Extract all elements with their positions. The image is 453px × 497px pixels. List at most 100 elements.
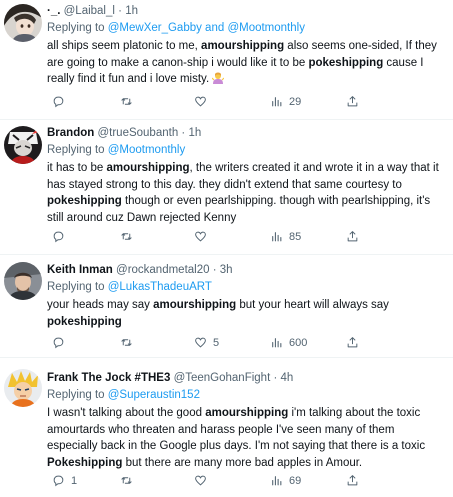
views-icon: [272, 338, 282, 348]
reply-count: 1: [71, 474, 78, 487]
tweet-actions: 5 600: [0, 336, 453, 352]
reply-icon: [53, 475, 64, 487]
timestamp[interactable]: 3h: [220, 264, 233, 276]
replying-to-label: Replying to: [47, 144, 108, 156]
reply-icon: [53, 337, 64, 349]
avatar[interactable]: [4, 262, 42, 300]
person-shrugging-emoji-icon: [212, 72, 225, 84]
heart-icon: [195, 231, 206, 242]
tweet[interactable]: Frank The Jock #THE3 @TeenGohanFight · 4…: [0, 358, 453, 497]
share-icon: [347, 337, 358, 348]
views-button[interactable]: 85: [270, 230, 301, 243]
replying-to-link[interactable]: @MewXer_Gabby and @Mootmonthly: [108, 22, 305, 34]
tweet-header: Frank The Jock #THE3 @TeenGohanFight · 4…: [47, 371, 447, 386]
replying-to-link[interactable]: @Superaustin152: [108, 389, 200, 401]
tweet[interactable]: ·_. @Laibal_l · 1h Replying to @MewXer_G…: [0, 0, 453, 120]
like-button[interactable]: [194, 95, 213, 108]
display-name[interactable]: Frank The Jock #THE3: [47, 372, 170, 384]
tweet-header: ·_. @Laibal_l · 1h: [47, 4, 447, 19]
timestamp[interactable]: 4h: [281, 372, 294, 384]
share-icon: [347, 96, 358, 107]
reply-feed: ·_. @Laibal_l · 1h Replying to @MewXer_G…: [0, 0, 453, 497]
retweet-button[interactable]: [120, 95, 139, 108]
like-button[interactable]: 5: [194, 336, 219, 349]
reply-icon: [53, 96, 64, 108]
separator-dot: ·: [181, 127, 186, 139]
separator-dot: ·: [118, 5, 122, 17]
replying-to-link[interactable]: @LukasThadeuART: [108, 281, 212, 293]
separator-dot: ·: [273, 372, 278, 384]
tweet-header: Brandon @trueSoubanth · 1h: [47, 126, 447, 141]
heart-icon: [195, 475, 206, 486]
separator-dot: ·: [212, 264, 217, 276]
views-icon: [272, 232, 282, 242]
tweet-actions: 85: [0, 230, 453, 246]
tweet-text-segment: it has to be: [47, 162, 107, 174]
tweet-text-segment-bold: amourshipping: [153, 299, 237, 311]
like-button[interactable]: [194, 474, 213, 487]
views-icon: [272, 97, 282, 107]
retweet-icon: [121, 339, 132, 346]
tweet-text: it has to be amourshipping, the writers …: [47, 160, 447, 226]
timestamp[interactable]: 1h: [188, 127, 201, 139]
tweet[interactable]: Keith Inman @rockandmetal20 · 3h Replyin…: [0, 255, 453, 358]
views-button[interactable]: 29: [270, 95, 301, 108]
user-handle[interactable]: @trueSoubanth: [97, 127, 178, 139]
tweet-actions: 29: [0, 95, 453, 111]
user-handle[interactable]: @rockandmetal20: [116, 264, 210, 276]
tweet-text-segment: but your heart will always say: [236, 299, 389, 311]
views-count: 29: [289, 95, 302, 108]
tweet-text-segment: but there are many more bad apples in Am…: [122, 456, 363, 469]
share-button[interactable]: [346, 230, 359, 248]
tweet-text-segment: your heads may say: [47, 299, 154, 311]
retweet-icon: [121, 477, 132, 484]
display-name[interactable]: Keith Inman: [47, 264, 113, 276]
user-handle[interactable]: @Laibal_l: [64, 5, 115, 17]
tweet-text-segment-bold: amourshipping: [201, 40, 285, 52]
replying-to: Replying to @Mootmonthly: [47, 143, 447, 158]
display-name[interactable]: ·_.: [47, 5, 64, 17]
tweet-text-segment-bold: amourshipping: [205, 407, 289, 419]
replying-to: Replying to @MewXer_Gabby and @Mootmonth…: [47, 21, 447, 36]
views-button[interactable]: 69: [270, 474, 301, 487]
retweet-icon: [121, 233, 132, 240]
tweet-text-segment: I wasn't talking about the good: [47, 407, 206, 419]
retweet-button[interactable]: [120, 336, 139, 349]
retweet-button[interactable]: [120, 474, 139, 487]
user-handle[interactable]: @TeenGohanFight: [174, 372, 271, 384]
timestamp[interactable]: 1h: [125, 5, 138, 17]
retweet-icon: [121, 98, 132, 105]
share-button[interactable]: [346, 336, 359, 354]
replying-to: Replying to @LukasThadeuART: [47, 280, 447, 295]
like-count: 5: [213, 336, 220, 349]
reply-button[interactable]: [52, 230, 71, 243]
tweet-text-segment-bold: Pokeshipping: [47, 456, 123, 469]
views-count: 600: [289, 336, 308, 349]
views-count: 69: [289, 474, 302, 487]
replying-to-label: Replying to: [47, 22, 108, 34]
avatar[interactable]: [4, 126, 42, 164]
avatar[interactable]: [4, 369, 42, 407]
heart-icon: [195, 337, 206, 348]
reply-button[interactable]: 1: [52, 474, 77, 487]
tweet-actions: 1 69: [0, 474, 453, 490]
heart-icon: [195, 96, 206, 107]
tweet[interactable]: Brandon @trueSoubanth · 1h Replying to @…: [0, 120, 453, 255]
share-button[interactable]: [346, 474, 359, 492]
views-button[interactable]: 600: [270, 336, 307, 349]
retweet-button[interactable]: [120, 230, 139, 243]
tweet-text-segment-bold: pokeshipping: [47, 195, 122, 207]
display-name[interactable]: Brandon: [47, 127, 94, 139]
replying-to-label: Replying to: [47, 281, 108, 293]
share-button[interactable]: [346, 95, 359, 113]
replying-to-link[interactable]: @Mootmonthly: [108, 144, 186, 156]
tweet-text: all ships seem platonic to me, amourship…: [47, 38, 447, 88]
avatar[interactable]: [4, 4, 42, 42]
reply-button[interactable]: [52, 336, 71, 349]
tweet-header: Keith Inman @rockandmetal20 · 3h: [47, 263, 447, 278]
views-icon: [272, 476, 282, 486]
like-button[interactable]: [194, 230, 213, 243]
replying-to-label: Replying to: [47, 389, 108, 401]
tweet-text-segment-bold: pokeshipping: [47, 315, 122, 328]
reply-button[interactable]: [52, 95, 71, 108]
